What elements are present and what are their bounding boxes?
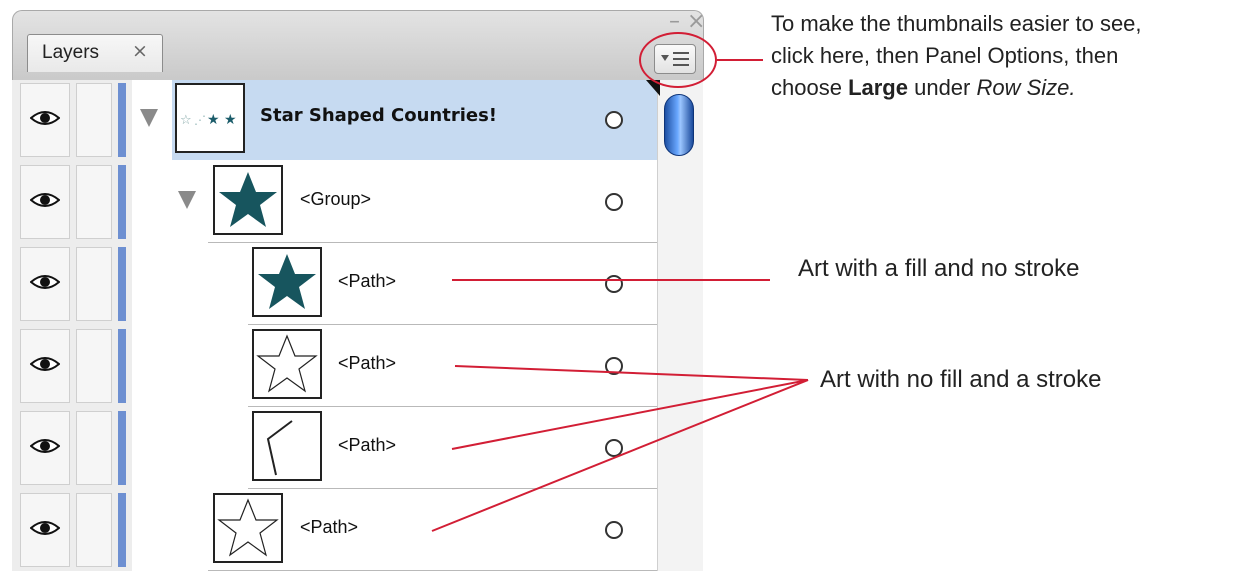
layer-name: Star Shaped Countries! — [260, 105, 498, 126]
tip-line: To make the thumbnails easier to see, — [771, 11, 1142, 36]
layer-color-bar — [118, 165, 126, 239]
svg-text:★: ★ — [224, 112, 237, 128]
layer-name: <Group> — [300, 189, 372, 209]
thumbnail-size-tip: To make the thumbnails easier to see, cl… — [771, 8, 1142, 104]
callout-line — [717, 59, 763, 61]
lock-toggle[interactable] — [76, 493, 112, 567]
path-thumbnail — [252, 247, 322, 317]
disclosure-triangle-icon[interactable] — [140, 109, 158, 127]
tip-line: choose Large under Row Size. — [771, 72, 1142, 104]
eye-icon — [29, 109, 61, 131]
path-thumbnail — [252, 329, 322, 399]
layer-color-bar — [118, 493, 126, 567]
svg-text:★: ★ — [207, 112, 220, 128]
stroke-note: Art with no fill and a stroke — [820, 366, 1102, 393]
layer-row[interactable]: <Group> — [12, 161, 657, 243]
tip-line: click here, then Panel Options, then — [771, 43, 1119, 68]
layer-row[interactable]: <Path> — [12, 243, 657, 325]
target-circle-icon[interactable] — [605, 111, 623, 129]
target-circle-icon[interactable] — [605, 521, 623, 539]
scrollbar-thumb[interactable] — [664, 94, 694, 156]
fill-note: Art with a fill and no stroke — [798, 255, 1080, 282]
target-circle-icon[interactable] — [605, 193, 623, 211]
eye-icon — [29, 355, 61, 377]
layer-name: <Path> — [338, 271, 397, 291]
tab-layers-label: Layers — [42, 42, 100, 63]
tip-row-size: Row Size. — [976, 75, 1076, 100]
eye-icon — [29, 519, 61, 541]
target-circle-icon[interactable] — [605, 275, 623, 293]
layer-row[interactable]: <Path> — [12, 489, 657, 571]
layers-panel: – × Layers × ☆ ⋰ ★ ★ Star Shaped Countri… — [0, 0, 763, 571]
minimize-icon[interactable]: – — [669, 11, 680, 33]
svg-text:☆: ☆ — [180, 113, 192, 128]
tip-text: choose — [771, 75, 849, 100]
tab-layers[interactable]: Layers × — [27, 34, 163, 72]
scrollbar[interactable] — [657, 80, 703, 571]
visibility-toggle[interactable] — [20, 411, 70, 485]
layer-color-bar — [118, 411, 126, 485]
lock-toggle[interactable] — [76, 165, 112, 239]
layer-thumbnail: ☆ ⋰ ★ ★ — [175, 83, 245, 153]
lock-toggle[interactable] — [76, 83, 112, 157]
target-circle-icon[interactable] — [605, 439, 623, 457]
layer-color-bar — [118, 83, 126, 157]
close-icon[interactable]: × — [687, 11, 705, 33]
visibility-toggle[interactable] — [20, 165, 70, 239]
lock-toggle[interactable] — [76, 329, 112, 403]
visibility-toggle[interactable] — [20, 329, 70, 403]
visibility-toggle[interactable] — [20, 493, 70, 567]
visibility-toggle[interactable] — [20, 247, 70, 321]
layer-row[interactable]: <Path> — [12, 407, 657, 489]
layer-row[interactable]: <Path> — [12, 325, 657, 407]
layer-name: <Path> — [338, 353, 397, 373]
tab-close-icon[interactable]: × — [132, 40, 148, 62]
path-thumbnail — [213, 493, 283, 563]
lock-toggle[interactable] — [76, 411, 112, 485]
eye-icon — [29, 191, 61, 213]
layer-color-bar — [118, 329, 126, 403]
callout-circle — [639, 32, 717, 88]
layer-name: <Path> — [338, 435, 397, 455]
eye-icon — [29, 273, 61, 295]
tip-large: Large — [848, 75, 908, 100]
lock-toggle[interactable] — [76, 247, 112, 321]
eye-icon — [29, 437, 61, 459]
svg-text:⋰: ⋰ — [194, 113, 206, 127]
visibility-toggle[interactable] — [20, 83, 70, 157]
layer-name: <Path> — [300, 517, 359, 537]
layer-row[interactable]: ☆ ⋰ ★ ★ Star Shaped Countries! — [12, 79, 657, 161]
disclosure-triangle-icon[interactable] — [178, 191, 196, 209]
layer-color-bar — [118, 247, 126, 321]
tip-text: under — [907, 75, 977, 100]
path-thumbnail — [252, 411, 322, 481]
target-circle-icon[interactable] — [605, 357, 623, 375]
group-thumbnail — [213, 165, 283, 235]
